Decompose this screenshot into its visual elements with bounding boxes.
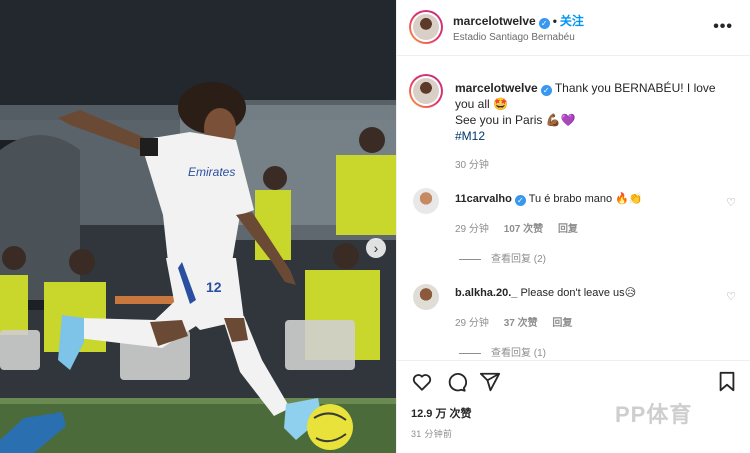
caption-avatar[interactable] xyxy=(409,74,443,108)
comment-meta: 29 分钟 107 次赞 回复 xyxy=(455,220,590,235)
comment-icon[interactable] xyxy=(445,371,467,393)
likes-count[interactable]: 12.9 万 次赞 xyxy=(411,405,472,421)
verified-badge-icon: ✓ xyxy=(538,18,550,29)
comment-2: b.alkha.20._ Please don't leave us😥 xyxy=(455,286,636,299)
watermark-logo: PP体育 xyxy=(615,402,693,427)
next-photo-button[interactable]: › xyxy=(366,238,386,258)
comment-meta: 29 分钟 37 次赞 回复 xyxy=(455,314,584,329)
post-timestamp: 31 分钟前 xyxy=(411,429,453,439)
caption-text-line2: See you in Paris 💪🏾💜 xyxy=(455,113,576,127)
more-options-icon[interactable]: ••• xyxy=(713,18,733,36)
post-details-panel: marcelotwelve ✓ • 关注 Estadio Santiago Berna… xyxy=(396,0,750,453)
comment-text: Please don't leave us😥 xyxy=(520,287,637,299)
post-caption: marcelotwelve ✓ Thank you BERNABÉU! I lov… xyxy=(455,80,735,144)
comment-reply-button[interactable]: 回复 xyxy=(558,224,578,235)
comment-username[interactable]: b.alkha.20._ xyxy=(455,287,517,299)
verified-badge-icon: ✓ xyxy=(540,85,552,96)
view-replies-button[interactable]: 查看回复 (1) xyxy=(459,344,546,359)
jersey-number: 12 xyxy=(206,279,222,295)
location-link[interactable]: Estadio Santiago Bernabéu xyxy=(453,32,575,43)
comment-username[interactable]: 11carvalho xyxy=(455,193,512,205)
view-replies-button[interactable]: 查看回复 (2) xyxy=(459,250,546,265)
post-header: marcelotwelve ✓ • 关注 Estadio Santiago Berna… xyxy=(397,0,750,56)
comment-avatar[interactable] xyxy=(413,284,439,310)
comment-like-heart-icon[interactable]: ♡ xyxy=(726,196,736,209)
view-replies-label: 查看回复 (1) xyxy=(491,348,546,359)
caption-time: 30 分钟 xyxy=(455,160,489,171)
author-username[interactable]: marcelotwelve xyxy=(453,14,536,28)
share-icon[interactable] xyxy=(479,371,501,393)
comment-likes[interactable]: 37 次赞 xyxy=(504,318,538,329)
sponsor-text: Emirates xyxy=(188,165,235,179)
caption-username[interactable]: marcelotwelve xyxy=(455,81,538,95)
comment-like-heart-icon[interactable]: ♡ xyxy=(726,290,736,303)
photo-illustration: Emirates 12 xyxy=(0,0,396,453)
comment-1: 11carvalho ✓ Tu é brabo mano 🔥👏 xyxy=(455,192,643,206)
chevron-right-icon: › xyxy=(373,240,379,256)
author-username-row: marcelotwelve ✓ • 关注 xyxy=(453,14,584,29)
follow-button[interactable]: 关注 xyxy=(560,14,584,28)
comment-likes[interactable]: 107 次赞 xyxy=(504,224,543,235)
comment-time: 29 分钟 xyxy=(455,224,489,235)
caption-hashtag[interactable]: #M12 xyxy=(455,128,735,144)
heart-icon[interactable] xyxy=(411,371,433,393)
comment-reply-button[interactable]: 回复 xyxy=(552,318,572,329)
author-avatar[interactable] xyxy=(409,10,443,44)
comment-time: 29 分钟 xyxy=(455,318,489,329)
view-replies-label: 查看回复 (2) xyxy=(491,254,546,265)
bookmark-icon[interactable] xyxy=(717,371,737,393)
post-photo[interactable]: Emirates 12 › xyxy=(0,0,396,453)
comment-avatar[interactable] xyxy=(413,188,439,214)
verified-badge-icon: ✓ xyxy=(514,195,526,206)
post-actions-bar: 12.9 万 次赞 31 分钟前 PP体育 xyxy=(397,360,750,453)
comment-text: Tu é brabo mano 🔥👏 xyxy=(528,193,643,205)
